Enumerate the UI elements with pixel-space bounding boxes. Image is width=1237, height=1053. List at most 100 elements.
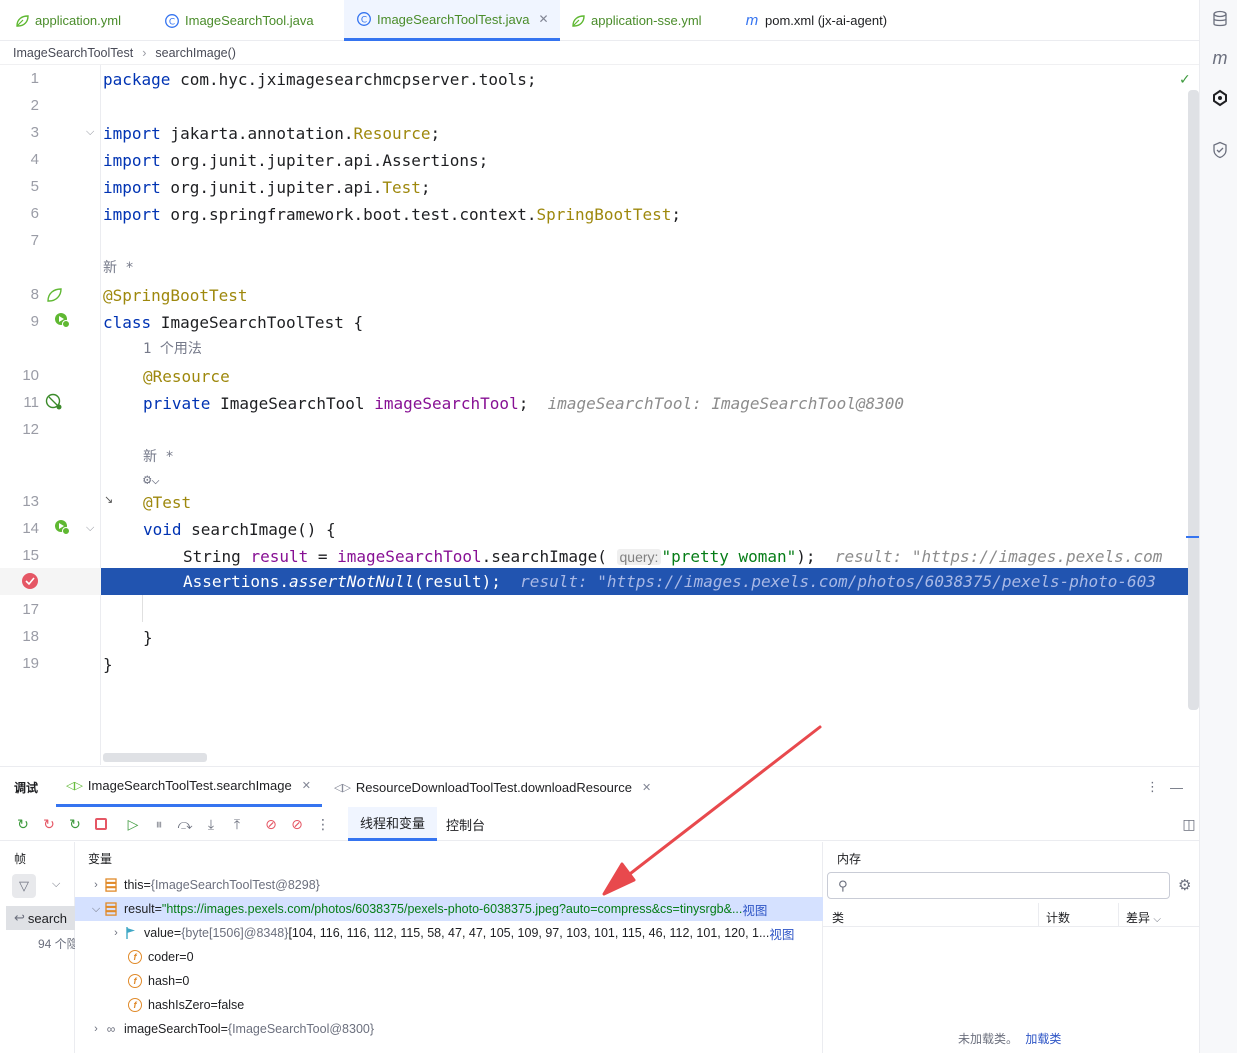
resume-icon[interactable]: ▷ [124, 815, 142, 833]
variable-row[interactable]: › ∞ imageSearchTool = {ImageSearchTool@8… [75, 1017, 823, 1041]
stack-frame-item[interactable]: ↩ search [6, 906, 75, 930]
run-test-icon[interactable] [53, 311, 71, 329]
line-number: 4 [30, 151, 39, 168]
variable-row[interactable]: › value = {byte[1506]@8348} [104, 116, 1… [75, 921, 823, 945]
tab-label: application-sse.yml [591, 13, 702, 28]
more-options-icon[interactable]: ⋮ [1146, 767, 1159, 807]
right-tool-strip: m [1199, 0, 1237, 1053]
java-class-icon: C [164, 13, 180, 29]
collapse-arrow-icon[interactable]: ⌵ [89, 903, 103, 916]
code-line: } [103, 655, 113, 674]
vertical-scrollbar[interactable] [1188, 90, 1199, 710]
variable-row[interactable]: f hashIsZero = false [75, 993, 823, 1017]
hidden-frames-label[interactable]: 94 个隐 [38, 935, 75, 952]
pause-icon[interactable]: ⏸ [150, 815, 168, 833]
more-options-icon[interactable]: ⋮ [314, 815, 332, 833]
tab-imagesearchtool-java[interactable]: C ImageSearchTool.java [164, 0, 314, 41]
tab-application-yml[interactable]: application.yml [14, 0, 121, 41]
field-icon: f [127, 949, 143, 965]
field-icon: f [127, 997, 143, 1013]
close-icon[interactable]: ✕ [302, 779, 311, 792]
step-out-icon[interactable]: ⤒ [228, 815, 246, 833]
variable-row[interactable]: f hash = 0 [75, 969, 823, 993]
author-hint[interactable]: 新 * [103, 255, 134, 282]
expand-arrow-icon[interactable]: › [89, 1023, 103, 1035]
variable-row[interactable]: f coder = 0 [75, 945, 823, 969]
test-session-icon: ◁▷ [334, 781, 351, 794]
column-count[interactable]: 计数 [1046, 909, 1070, 926]
variable-row-result[interactable]: ⌵ result = "https://images.pexels.com/ph… [75, 897, 823, 921]
fold-icon[interactable]: ⌵ [86, 126, 94, 139]
code-line: package com.hyc.jximagesearchmcpserver.t… [103, 70, 537, 89]
breakpoint-icon[interactable] [21, 572, 39, 590]
horizontal-scrollbar[interactable] [103, 753, 207, 762]
debug-session-tab[interactable]: ◁▷ ImageSearchToolTest.searchImage ✕ [56, 767, 322, 807]
autowired-icon[interactable] [45, 393, 63, 411]
line-number: 13 [22, 493, 39, 510]
breadcrumb-method[interactable]: searchImage() [155, 46, 236, 60]
rerun-icon[interactable]: ↻ [14, 815, 32, 833]
close-icon[interactable]: ✕ [642, 781, 651, 794]
stop-icon[interactable] [92, 815, 110, 833]
editor-gutter: 1 2 3 ⌵ 4 5 6 7 8 9 10 11 12 13 ↘ 14 ⌵ 1… [0, 65, 113, 765]
shield-icon[interactable] [1210, 140, 1230, 160]
line-number: 10 [22, 367, 39, 384]
editor-tab-bar: application.yml C ImageSearchTool.java C… [0, 0, 1199, 41]
tab-console[interactable]: 控制台 [446, 807, 485, 841]
tab-threads-variables[interactable]: 线程和变量 [348, 807, 438, 841]
variable-row[interactable]: › this = {ImageSearchToolTest@8298} [75, 873, 823, 897]
maven-icon[interactable]: m [1210, 48, 1230, 68]
debug-tool-window-header: 调试 ◁▷ ImageSearchToolTest.searchImage ✕ … [0, 766, 1199, 807]
debug-title: 调试 [14, 780, 39, 795]
load-classes-link[interactable]: 加载类 [1025, 1032, 1061, 1046]
code-editor[interactable]: package com.hyc.jximagesearchmcpserver.t… [101, 65, 1188, 765]
test-session-icon: ◁▷ [66, 780, 83, 792]
breadcrumb-class[interactable]: ImageSearchToolTest [13, 46, 133, 60]
minimize-icon[interactable]: — [1170, 767, 1183, 807]
line-number: 17 [22, 601, 39, 618]
close-icon[interactable]: ✕ [538, 12, 548, 26]
rerun-debug-icon[interactable]: ↻ [66, 815, 84, 833]
ai-assistant-icon[interactable] [1210, 88, 1230, 108]
tab-application-sse-yml[interactable]: application-sse.yml [570, 0, 702, 41]
code-line: } [143, 628, 153, 647]
code-line: @SpringBootTest [103, 286, 248, 305]
view-link[interactable]: 视图 [742, 900, 767, 919]
expand-arrow-icon[interactable]: › [89, 879, 103, 891]
expand-arrow-icon[interactable]: › [109, 927, 123, 939]
memory-table-header: 类 计数 差异 ⌵ [823, 903, 1199, 927]
view-link[interactable]: 视图 [769, 924, 794, 943]
line-number: 9 [30, 313, 39, 330]
database-icon[interactable] [1210, 9, 1230, 29]
layout-icon[interactable]: ◫ [1180, 815, 1198, 833]
filter-icon[interactable]: ▽ [12, 874, 36, 898]
rerun-failed-icon[interactable]: ↻ [40, 815, 58, 833]
step-into-icon[interactable]: ⤓ [202, 815, 220, 833]
memory-search-input[interactable]: ⚲ [827, 872, 1170, 899]
line-number: 18 [22, 628, 39, 645]
breadcrumb: ImageSearchToolTest › searchImage() [0, 41, 1199, 65]
line-number: 5 [30, 178, 39, 195]
step-over-icon[interactable]: ⤼ [176, 815, 194, 833]
settings-icon[interactable]: ⚙ [1178, 876, 1191, 894]
tab-imagesearchtooltest-java[interactable]: C ImageSearchToolTest.java ✕ [344, 0, 560, 41]
flag-icon [123, 925, 139, 941]
fold-icon[interactable]: ⌵ [86, 522, 94, 535]
column-class[interactable]: 类 [832, 909, 844, 926]
frames-panel: 帧 ▽ ⌵ ↩ search 94 个隐 [0, 842, 75, 1053]
chevron-down-icon[interactable]: ⌵ [52, 878, 60, 891]
usages-hint[interactable]: 1 个用法 [143, 336, 202, 363]
line-number: 8 [30, 286, 39, 303]
tab-label: ImageSearchToolTest.java [377, 11, 530, 27]
spring-bean-icon[interactable] [45, 286, 63, 304]
object-icon [103, 877, 119, 893]
tab-pom-xml[interactable]: m pom.xml (jx-ai-agent) [744, 0, 887, 41]
run-test-icon[interactable] [53, 518, 71, 536]
mute-breakpoints-icon[interactable]: ⊘ [288, 815, 306, 833]
check-icon[interactable]: ✓ [1179, 71, 1191, 88]
code-line: import org.springframework.boot.test.con… [103, 205, 681, 224]
memory-panel: 内存 ⚲ ⚙ 类 计数 差异 ⌵ 未加载类。 加载类 [823, 842, 1199, 1053]
view-breakpoints-icon[interactable]: ⊘ [262, 815, 280, 833]
column-diff[interactable]: 差异 ⌵ [1126, 909, 1161, 926]
debug-session-tab[interactable]: ◁▷ ResourceDownloadToolTest.downloadReso… [334, 767, 651, 807]
